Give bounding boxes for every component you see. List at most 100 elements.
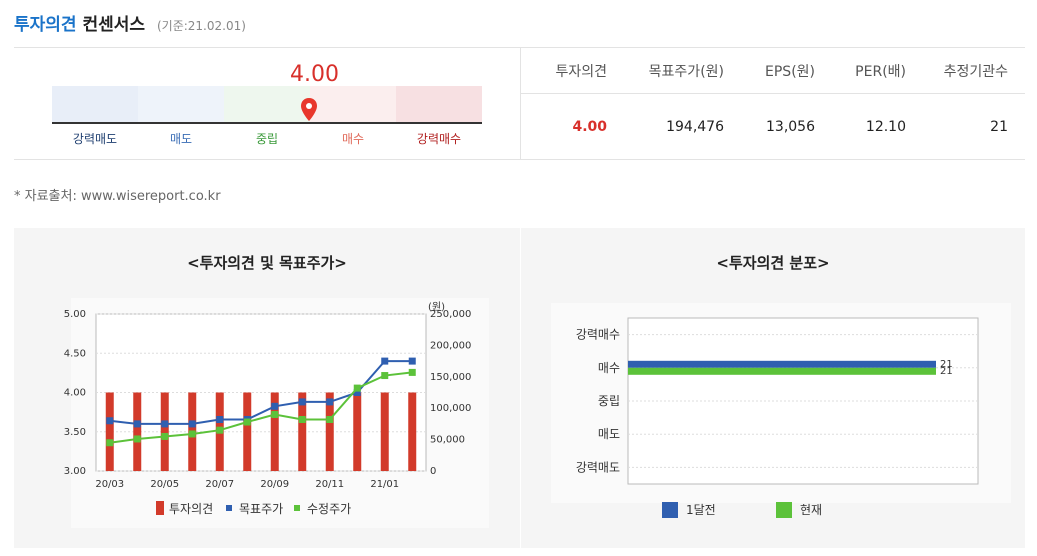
table-row: 4.00 194,476 13,056 12.10 21 <box>521 94 1025 160</box>
header-eps: EPS(원) <box>765 63 815 80</box>
gauge-label: 중립 <box>255 132 279 146</box>
target-price-point <box>326 398 334 406</box>
adjusted-price-point <box>381 372 389 380</box>
legend-label: 목표주가 <box>239 502 283 516</box>
gauge-segment <box>138 86 224 122</box>
y-left-tick-label: 5.00 <box>64 309 86 320</box>
value-target-price: 194,476 <box>666 119 724 135</box>
gauge-label: 매도 <box>169 132 193 146</box>
opinion-bar <box>408 392 417 471</box>
x-tick-label: 21/01 <box>370 479 399 490</box>
target-price-point <box>381 357 389 365</box>
legend-swatch <box>156 501 164 515</box>
gauge-label: 강력매도 <box>72 132 118 146</box>
gauge-segment <box>224 86 310 122</box>
gauge-label: 강력매수 <box>416 132 462 146</box>
adjusted-price-point <box>216 426 224 434</box>
legend-label: 수정주가 <box>307 502 351 516</box>
gauge-labels: 강력매도 매도 중립 매수 강력매수 <box>52 130 482 147</box>
legend-swatch <box>294 505 300 511</box>
y-category-label: 강력매수 <box>576 328 620 342</box>
x-tick-label: 20/09 <box>260 479 289 490</box>
y-category-label: 매수 <box>598 361 620 375</box>
y-right-tick-label: 150,000 <box>430 372 471 383</box>
value-per: 12.10 <box>865 119 906 135</box>
target-price-point <box>216 416 224 424</box>
title-consensus: 컨센서스 <box>82 15 146 35</box>
legend-label: 투자의견 <box>169 502 213 516</box>
current-bar <box>628 367 936 375</box>
y-right-tick-label: 50,000 <box>430 435 465 446</box>
adjusted-price-point <box>408 368 416 376</box>
x-tick-label: 20/05 <box>150 479 179 490</box>
y-left-tick-label: 4.00 <box>64 388 86 399</box>
opinion-bar <box>380 392 389 471</box>
gauge-segment <box>310 86 396 122</box>
legend-label: 현재 <box>800 503 822 517</box>
target-price-point <box>161 420 169 428</box>
adjusted-price-point <box>298 416 306 424</box>
opinion-distribution-chart: 강력매수매수중립매도강력매도21211달전 현재 <box>551 303 1011 518</box>
x-tick-label: 20/07 <box>205 479 234 490</box>
legend-swatch <box>662 502 678 518</box>
y-left-tick-label: 4.50 <box>64 348 86 359</box>
y-left-tick-label: 3.50 <box>64 427 86 438</box>
opinion-bar <box>105 392 114 471</box>
gauge-segment <box>52 86 138 122</box>
y-right-tick-label: 0 <box>430 466 436 477</box>
opinion-bar <box>133 392 142 471</box>
opinion-bar <box>243 392 252 471</box>
adjusted-price-point <box>133 435 141 443</box>
header-per: PER(배) <box>855 63 906 80</box>
header-institutions: 추정기관수 <box>943 63 1008 80</box>
adjusted-price-point <box>188 430 196 438</box>
target-price-point <box>271 402 279 410</box>
header-opinion: 투자의견 <box>555 63 607 80</box>
opinion-gauge <box>52 86 482 122</box>
location-pin-icon <box>300 98 318 126</box>
y-category-label: 매도 <box>598 427 620 441</box>
page-title: 투자의견 컨센서스 (기준:21.02.01) <box>14 10 246 35</box>
opinion-bar <box>353 392 362 471</box>
value-institutions: 21 <box>990 119 1008 135</box>
basis-date: (기준:21.02.01) <box>156 19 246 33</box>
target-price-point <box>408 357 416 365</box>
x-tick-label: 20/03 <box>95 479 124 490</box>
value-eps: 13,056 <box>766 119 815 135</box>
y-right-tick-label: 200,000 <box>430 340 471 351</box>
opinion-target-chart: 3.00 3.50 4.00 4.50 5.00 0 50,000 100,000 150,00… <box>64 298 489 528</box>
value-opinion: 4.00 <box>572 119 607 135</box>
y-right-tick-label: 100,000 <box>430 403 471 414</box>
gauge-label: 매수 <box>341 132 365 146</box>
target-price-point <box>188 420 196 428</box>
gauge-segment <box>396 86 482 122</box>
header-target-price: 목표주가(원) <box>648 63 724 80</box>
y-right-axis-label: (원) <box>428 301 445 313</box>
adjusted-price-point <box>353 384 361 392</box>
adjusted-price-point <box>161 432 169 440</box>
adjusted-price-point <box>106 439 114 447</box>
adjusted-price-point <box>271 410 279 418</box>
target-price-point <box>106 417 114 425</box>
y-category-label: 중립 <box>598 394 620 408</box>
prev-month-bar <box>628 360 936 368</box>
opinion-bar <box>160 392 169 471</box>
y-left-tick-label: 3.00 <box>64 466 86 477</box>
opinion-distribution-chart-panel: <투자의견 분포> 강력매수 매수 중립 매도 강력매도 21 21 1달전 현재 <box>521 228 1025 548</box>
legend-label: 1달전 <box>686 503 716 517</box>
source-note: * 자료출처: www.wisereport.co.kr <box>14 189 221 204</box>
title-opinion: 투자의견 <box>14 15 77 35</box>
consensus-table: 투자의견 목표주가(원) EPS(원) PER(배) 추정기관수 4.00 19… <box>521 48 1025 160</box>
adjusted-price-point <box>326 416 334 424</box>
target-price-point <box>133 420 141 428</box>
bar-data-label: 21 <box>940 366 953 377</box>
x-tick-label: 20/11 <box>315 479 344 490</box>
gauge-value: 4.00 <box>290 62 339 87</box>
adjusted-price-point <box>243 418 251 426</box>
opinion-target-chart-panel: <투자의견 및 목표주가> 3.00 3.50 4.00 4.50 5.00 0 50,00… <box>14 228 520 548</box>
y-category-label: 강력매도 <box>576 460 620 474</box>
gauge-baseline <box>52 122 482 124</box>
table-header-row: 투자의견 목표주가(원) EPS(원) PER(배) 추정기관수 <box>521 48 1025 94</box>
target-price-point <box>298 398 306 406</box>
legend-swatch <box>226 505 232 511</box>
